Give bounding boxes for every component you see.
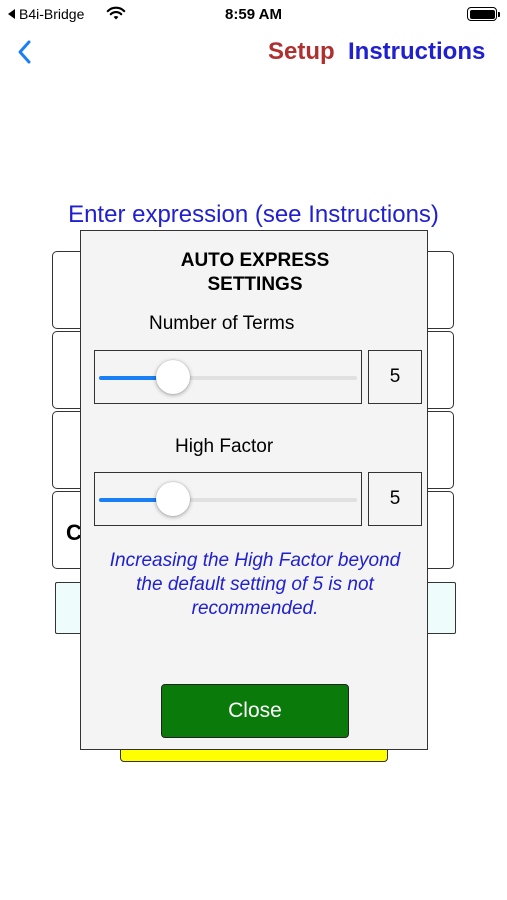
terms-slider[interactable] xyxy=(94,350,362,404)
high-factor-warning: Increasing the High Factor beyond the de… xyxy=(91,549,419,621)
status-bar: B4i-Bridge 8:59 AM xyxy=(0,0,507,28)
chevron-left-icon[interactable] xyxy=(14,38,36,66)
warning-line3: recommended. xyxy=(191,598,319,619)
battery-icon xyxy=(467,7,500,21)
auto-express-settings-dialog: AUTO EXPRESS SETTINGS Number of Terms 5 … xyxy=(80,230,428,750)
terms-value: 5 xyxy=(368,350,422,404)
warning-line1: Increasing the High Factor beyond xyxy=(109,550,401,571)
instructions-button[interactable]: Instructions xyxy=(348,38,485,66)
expression-prompt: Enter expression (see Instructions) xyxy=(68,201,439,228)
high-factor-label: High Factor xyxy=(175,436,274,457)
status-time: 8:59 AM xyxy=(225,6,282,23)
terms-slider-thumb[interactable] xyxy=(155,360,190,394)
close-button[interactable]: Close xyxy=(161,684,349,738)
setup-button[interactable]: Setup xyxy=(268,38,335,66)
dialog-title: AUTO EXPRESS SETTINGS xyxy=(81,249,429,297)
terms-label: Number of Terms xyxy=(149,313,295,334)
high-factor-slider-thumb[interactable] xyxy=(155,482,190,516)
high-factor-value: 5 xyxy=(368,472,422,526)
warning-line2: the default setting of 5 is not xyxy=(136,574,374,595)
terms-slider-track xyxy=(99,376,357,380)
dialog-title-line2: SETTINGS xyxy=(207,274,303,295)
high-factor-slider[interactable] xyxy=(94,472,362,526)
dialog-title-line1: AUTO EXPRESS xyxy=(180,250,330,271)
high-factor-slider-track xyxy=(99,498,357,502)
